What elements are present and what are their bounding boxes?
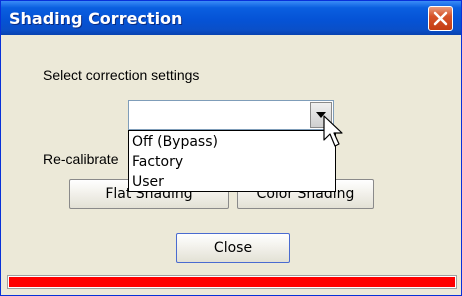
dialog-window: Shading Correction Select correction set… [0,0,462,296]
dropdown-option-user[interactable]: User [130,172,334,192]
title-bar[interactable]: Shading Correction [1,1,461,35]
dropdown-list: Off (Bypass) Factory User [128,130,336,192]
close-button[interactable]: Close [176,233,290,263]
progress-bar [7,275,457,289]
close-icon [433,11,448,26]
close-button-label: Close [213,240,253,256]
settings-prompt-label: Select correction settings [43,67,200,83]
dropdown-option-off-bypass[interactable]: Off (Bypass) [130,132,334,152]
mouse-cursor-icon [323,115,345,153]
correction-settings-select[interactable] [128,100,334,130]
window-close-button[interactable] [428,6,453,31]
progress-fill [9,277,455,287]
dropdown-option-factory[interactable]: Factory [130,152,334,172]
window-title: Shading Correction [9,9,183,28]
recalibrate-label: Re-calibrate [43,151,119,167]
